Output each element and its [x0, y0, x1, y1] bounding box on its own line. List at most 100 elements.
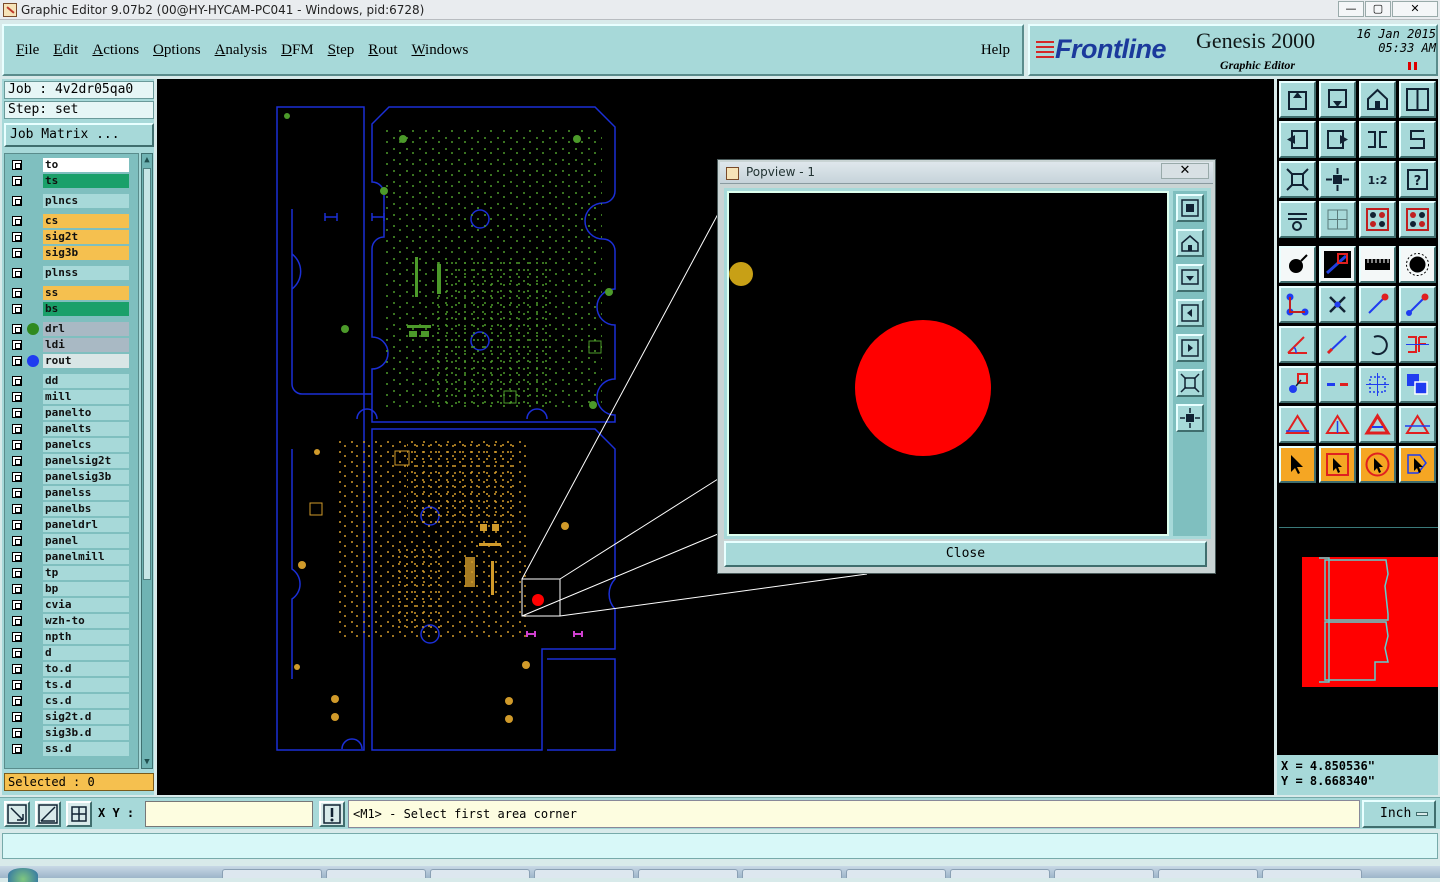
layer-checkbox[interactable]	[12, 696, 22, 706]
tool-angle-button[interactable]	[1279, 326, 1316, 363]
layer-name[interactable]: panelbs	[43, 502, 129, 516]
tool-align-button[interactable]	[1399, 326, 1436, 363]
popview-zoom-fit-button[interactable]	[1176, 194, 1204, 222]
layer-row-sig2t[interactable]: sig2t	[9, 230, 129, 244]
layer-name[interactable]: ss.d	[43, 742, 129, 756]
tool-triangle-up-button[interactable]	[1319, 406, 1356, 443]
layer-name[interactable]: wzh-to	[43, 614, 129, 628]
layer-checkbox[interactable]	[12, 488, 22, 498]
layer-checkbox[interactable]	[12, 304, 22, 314]
tool-open-button[interactable]	[1279, 81, 1316, 118]
layer-row-panelcs[interactable]: panelcs	[9, 438, 129, 452]
layer-row-to-d[interactable]: to.d	[9, 662, 129, 676]
layer-name[interactable]: dd	[43, 374, 129, 388]
layer-row-sig3b[interactable]: sig3b	[9, 246, 129, 260]
layer-name[interactable]: plnss	[43, 266, 129, 280]
scroll-thumb[interactable]	[143, 168, 151, 580]
layer-name[interactable]: paneldrl	[43, 518, 129, 532]
tool-grid-button[interactable]	[1319, 201, 1356, 238]
layer-row-panelto[interactable]: panelto	[9, 406, 129, 420]
layer-row-npth[interactable]: npth	[9, 630, 129, 644]
layer-checkbox[interactable]	[12, 248, 22, 258]
layer-row-panelbs[interactable]: panelbs	[9, 502, 129, 516]
layer-checkbox[interactable]	[12, 288, 22, 298]
tool-move-button[interactable]	[1359, 286, 1396, 323]
taskbar-item[interactable]	[326, 869, 426, 878]
scroll-up-icon[interactable]: ▲	[142, 155, 152, 165]
layer-row-cs[interactable]: cs	[9, 214, 129, 228]
menu-file[interactable]: File	[16, 42, 39, 59]
popview-zoom-home-button[interactable]	[1176, 229, 1204, 257]
layer-name[interactable]: plncs	[43, 194, 129, 208]
layer-name[interactable]: sig2t.d	[43, 710, 129, 724]
layer-checkbox[interactable]	[12, 648, 22, 658]
layer-row-panelsig3b[interactable]: panelsig3b	[9, 470, 129, 484]
tool-snap-button[interactable]	[1399, 121, 1436, 158]
layer-name[interactable]: ts	[43, 174, 129, 188]
tool-add-surface-button[interactable]	[1399, 246, 1436, 283]
layer-name[interactable]: rout	[43, 354, 129, 368]
tool-triangle-split-button[interactable]	[1399, 406, 1436, 443]
layer-row-wzh-to[interactable]: wzh-to	[9, 614, 129, 628]
popview-zoom-in-button[interactable]	[1176, 369, 1204, 397]
tool-arc-button[interactable]	[1359, 326, 1396, 363]
popview-zoom-out-button[interactable]	[1176, 404, 1204, 432]
tool-save-button[interactable]	[1319, 81, 1356, 118]
angle-mode-button[interactable]	[35, 801, 61, 827]
layer-name[interactable]: npth	[43, 630, 129, 644]
layer-row-mill[interactable]: mill	[9, 390, 129, 404]
layer-row-bp[interactable]: bp	[9, 582, 129, 596]
layer-row-panelts[interactable]: panelts	[9, 422, 129, 436]
xy-input[interactable]	[145, 801, 313, 827]
layer-name[interactable]: to	[43, 158, 129, 172]
tool-netlist-button[interactable]	[1359, 201, 1396, 238]
layer-checkbox[interactable]	[12, 424, 22, 434]
taskbar-item[interactable]	[950, 869, 1050, 878]
layer-row-plnss[interactable]: plnss	[9, 266, 129, 280]
layer-name[interactable]: drl	[43, 322, 129, 336]
minimize-button[interactable]: —	[1338, 1, 1364, 17]
layer-row-paneldrl[interactable]: paneldrl	[9, 518, 129, 532]
maximize-button[interactable]: ▢	[1365, 1, 1391, 17]
layer-name[interactable]: cs	[43, 214, 129, 228]
tool-import-button[interactable]	[1279, 121, 1316, 158]
layer-checkbox[interactable]	[12, 472, 22, 482]
layer-checkbox[interactable]	[12, 216, 22, 226]
layer-name[interactable]: cvia	[43, 598, 129, 612]
taskbar-item[interactable]	[1054, 869, 1154, 878]
layer-row-dd[interactable]: dd	[9, 374, 129, 388]
layer-name[interactable]: panel	[43, 534, 129, 548]
popview-canvas[interactable]	[727, 191, 1169, 536]
tool-add-line-button[interactable]	[1319, 246, 1356, 283]
layer-row-plncs[interactable]: plncs	[9, 194, 129, 208]
pause-icon[interactable]	[1408, 62, 1417, 70]
layer-checkbox[interactable]	[12, 232, 22, 242]
layer-row-bs[interactable]: bs	[9, 302, 129, 316]
snap-mode-button[interactable]	[4, 801, 30, 827]
tool-zoom-out-button[interactable]	[1319, 161, 1356, 198]
layer-name[interactable]: bs	[43, 302, 129, 316]
tool-help-button[interactable]: ?	[1399, 161, 1436, 198]
taskbar-item[interactable]	[742, 869, 842, 878]
layer-name[interactable]: panelsig2t	[43, 454, 129, 468]
menu-actions[interactable]: Actions	[92, 42, 139, 59]
layer-name[interactable]: sig3b.d	[43, 726, 129, 740]
layer-name[interactable]: tp	[43, 566, 129, 580]
menu-analysis[interactable]: Analysis	[215, 42, 268, 59]
unit-selector[interactable]: Inch	[1362, 800, 1436, 828]
minimap[interactable]	[1279, 527, 1438, 745]
layer-checkbox[interactable]	[12, 392, 22, 402]
layer-checkbox[interactable]	[12, 680, 22, 690]
layer-checkbox[interactable]	[12, 324, 22, 334]
tool-connect-button[interactable]	[1279, 286, 1316, 323]
menu-dfm[interactable]: DFM	[281, 42, 314, 59]
tool-resize-button[interactable]	[1279, 366, 1316, 403]
taskbar-item[interactable]	[534, 869, 634, 878]
close-window-button[interactable]: ✕	[1392, 1, 1438, 17]
tool-export-button[interactable]	[1319, 121, 1356, 158]
layer-checkbox[interactable]	[12, 268, 22, 278]
tool-select-polygon-button[interactable]	[1399, 446, 1436, 483]
tool-select-button[interactable]	[1279, 446, 1316, 483]
taskbar-item[interactable]	[638, 869, 738, 878]
layer-checkbox[interactable]	[12, 520, 22, 530]
